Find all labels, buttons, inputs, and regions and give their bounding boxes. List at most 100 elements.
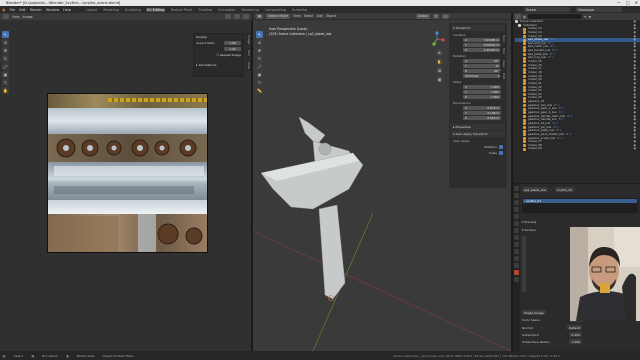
- location-x-field[interactable]: X 3.03485 m: [463, 38, 501, 42]
- dimensions-z-field[interactable]: Z 0.916 m: [463, 116, 501, 120]
- pan-hand-icon[interactable]: ✋: [436, 58, 443, 65]
- cursor-tool-icon[interactable]: ⊕: [256, 39, 263, 46]
- scale-checkbox[interactable]: Scale: [451, 151, 503, 155]
- grid-icon[interactable]: ▦: [436, 76, 443, 83]
- tab-tool[interactable]: Tool: [500, 45, 506, 56]
- workspace-tab-rendering[interactable]: Rendering: [240, 8, 259, 12]
- location-z-field[interactable]: Z 2.20425 m: [463, 48, 501, 52]
- material-name-field[interactable]: scythe_01: [555, 187, 575, 192]
- workspace-tab-shading[interactable]: Shading: [197, 8, 213, 12]
- data-tab-icon[interactable]: [514, 263, 519, 268]
- rotation-z-field[interactable]: Z 90°: [463, 69, 501, 73]
- uv-menu-image[interactable]: Image: [23, 15, 33, 19]
- editor-type-button[interactable]: ▣: [256, 13, 264, 19]
- properties-section[interactable]: ▸ Properties: [451, 124, 505, 130]
- uv-menu-view[interactable]: View: [12, 15, 20, 19]
- scale-tool-icon[interactable]: ⤢: [2, 63, 9, 70]
- constraints-tab-icon[interactable]: [514, 256, 519, 261]
- location-y-field[interactable]: Y -0.00004 m: [463, 43, 501, 47]
- rotation-x-field[interactable]: X 90°: [463, 59, 501, 63]
- dimensions-y-field[interactable]: Y 0.138 m: [463, 111, 501, 115]
- zoom-icon[interactable]: ⊕: [436, 49, 443, 56]
- tab-item[interactable]: Item: [500, 33, 506, 44]
- subsurface-radius-field[interactable]: 1.000: [569, 339, 582, 344]
- auto-apply-section[interactable]: ▾ Auto Apply Transform: [451, 131, 505, 137]
- proportional-edit-icon[interactable]: ◎: [442, 13, 449, 19]
- menu-file[interactable]: File: [10, 8, 16, 12]
- maximize-button[interactable]: □: [626, 0, 630, 5]
- menu-render[interactable]: Render: [30, 8, 42, 12]
- preview-panel[interactable]: ▾ Preview: [522, 220, 582, 224]
- object-tab-icon[interactable]: [514, 228, 519, 233]
- rotate-tool-icon[interactable]: ↻: [256, 55, 263, 62]
- modifier-tab-icon[interactable]: [514, 235, 519, 240]
- particles-tab-icon[interactable]: [514, 242, 519, 247]
- outliner[interactable]: ▤ ⏷ ⊞ Scene Collection ◉ Collection ◉ model_…: [512, 13, 640, 183]
- move-tool-icon[interactable]: ✥: [256, 47, 263, 54]
- aspect-x-field[interactable]: 1.00: [224, 41, 241, 45]
- new-collection-icon[interactable]: ⊞: [589, 15, 592, 19]
- menu-window[interactable]: Window: [46, 8, 59, 12]
- annotate-tool-icon[interactable]: ✎: [2, 79, 9, 86]
- tab-image[interactable]: Image: [245, 33, 251, 47]
- viewport-menu-add[interactable]: Add: [317, 14, 323, 18]
- move-tool-icon[interactable]: ✥: [2, 47, 9, 54]
- view-layer-selector[interactable]: ViewLayer: [576, 7, 622, 12]
- minimize-button[interactable]: —: [617, 0, 621, 5]
- uv-header-button[interactable]: [225, 14, 231, 19]
- tab-edit[interactable]: Edit: [500, 70, 506, 81]
- scale-x-field[interactable]: X 1.000: [463, 85, 501, 89]
- workspace-tab-sculpting[interactable]: Sculpting: [124, 8, 142, 12]
- transform-orientation[interactable]: Global: [415, 13, 430, 19]
- workspace-tab-compositing[interactable]: Compositing: [264, 8, 287, 12]
- uv-header-button[interactable]: [234, 14, 240, 19]
- editor-type-button[interactable]: [3, 14, 9, 19]
- uv-header-button[interactable]: [243, 14, 249, 19]
- annotate-tool-icon[interactable]: ✎: [256, 79, 263, 86]
- menu-help[interactable]: Help: [63, 8, 71, 12]
- tab-view[interactable]: View: [245, 60, 251, 72]
- mode-selector[interactable]: Object Mode: [266, 13, 291, 19]
- rotation-mode-select[interactable]: XYZ Euler ▾: [463, 74, 501, 78]
- dimensions-x-field[interactable]: X 0.676 m: [463, 106, 501, 110]
- workspace-tab-animation[interactable]: Animation: [217, 8, 236, 12]
- image-node-field[interactable]: Single Image: [522, 310, 546, 315]
- view-layer-tab-icon[interactable]: [514, 207, 519, 212]
- material-tab-icon[interactable]: [514, 270, 519, 275]
- transform-tool-icon[interactable]: ▣: [2, 71, 9, 78]
- viewport-menu-select[interactable]: Select: [304, 14, 314, 18]
- cursor-tool-icon[interactable]: ⊕: [2, 39, 9, 46]
- repeat-image-checkbox[interactable]: ☐ Repeat Image: [216, 53, 241, 57]
- output-tab-icon[interactable]: [514, 200, 519, 205]
- tool-tab-icon[interactable]: [514, 186, 519, 191]
- rotation-y-field[interactable]: Y -0°: [463, 64, 501, 68]
- world-tab-icon[interactable]: [514, 221, 519, 226]
- scene-tab-icon[interactable]: [514, 214, 519, 219]
- display-mode-icon[interactable]: ▤: [523, 15, 526, 19]
- outliner-item[interactable]: model_29 ◉: [515, 147, 640, 151]
- tab-tool[interactable]: Tool: [245, 48, 251, 59]
- transform-section[interactable]: ▾ Transform: [451, 25, 505, 31]
- object-name-field[interactable]: sp2_blade_low: [522, 187, 548, 192]
- subsurface-field[interactable]: 0.000: [569, 332, 582, 337]
- 3d-viewport[interactable]: ▣ Object Mode View Select Add Object Glo…: [253, 13, 511, 351]
- scale-y-field[interactable]: Y 1.000: [463, 90, 501, 94]
- select-tool-icon[interactable]: ↖: [2, 31, 9, 38]
- workspace-tab-scripting[interactable]: Scripting: [291, 8, 308, 12]
- scale-tool-icon[interactable]: ⤢: [256, 63, 263, 70]
- texture-tab-icon[interactable]: [514, 277, 519, 282]
- close-button[interactable]: ✕: [635, 0, 638, 5]
- material-slot-item[interactable]: scythe_01: [523, 199, 637, 203]
- blender-logo-icon[interactable]: ◉: [2, 7, 6, 12]
- filter-icon[interactable]: ⏷: [584, 15, 587, 19]
- workspace-tab-modeling[interactable]: Modeling: [102, 8, 119, 12]
- scale-z-field[interactable]: Z 1.000: [463, 95, 501, 99]
- grab-tool-icon[interactable]: ✋: [2, 87, 9, 94]
- navigation-gizmo[interactable]: [429, 31, 445, 47]
- transform-tool-icon[interactable]: ▣: [256, 71, 263, 78]
- physics-tab-icon[interactable]: [514, 249, 519, 254]
- render-tab-icon[interactable]: [514, 193, 519, 198]
- camera-icon[interactable]: ⌘: [436, 67, 443, 74]
- workspace-tab-texture-paint[interactable]: Texture Paint: [169, 8, 193, 12]
- scene-selector[interactable]: Scene: [524, 7, 570, 12]
